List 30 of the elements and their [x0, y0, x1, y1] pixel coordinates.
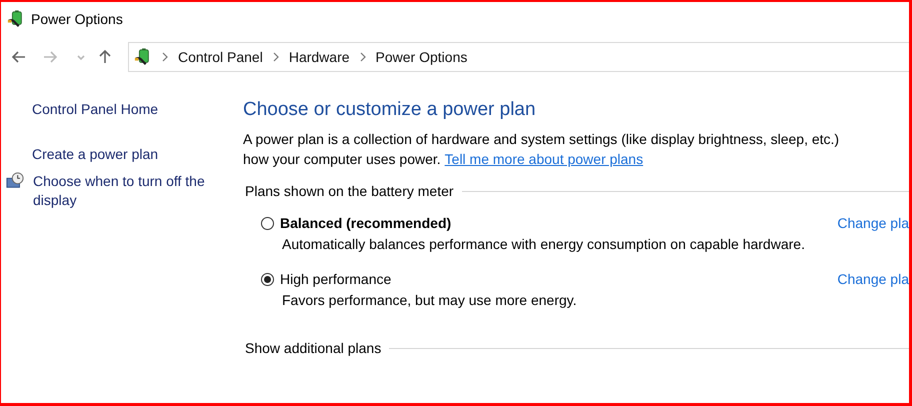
- clock-monitor-icon: [5, 172, 25, 190]
- breadcrumb[interactable]: Control Panel: [178, 49, 263, 65]
- plan-description: Automatically balances performance with energy consumption on capable hardware.: [281, 235, 806, 254]
- back-arrow-icon[interactable]: [11, 49, 27, 65]
- description-text: how your computer uses power.: [243, 151, 441, 167]
- expander-label: Show additional plans: [245, 340, 382, 356]
- battery-plug-icon: [7, 10, 25, 28]
- plan-description: Favors performance, but may use more energy.: [281, 291, 578, 310]
- breadcrumb[interactable]: Hardware: [288, 49, 350, 65]
- up-arrow-icon[interactable]: [97, 49, 113, 65]
- radio-button[interactable]: [261, 272, 274, 286]
- sidebar-link[interactable]: Control Panel Home: [32, 100, 232, 119]
- plan-name: High performance: [280, 271, 392, 287]
- window-title: Power Options: [31, 11, 123, 27]
- help-link[interactable]: Tell me more about power plans: [444, 151, 644, 167]
- chevron-icon: [360, 52, 366, 62]
- description-text: A power plan is a collection of hardware and system settings (like display brightness, sleep, etc.): [243, 130, 840, 149]
- chevron-icon: [272, 52, 279, 62]
- breadcrumb[interactable]: Power Options: [376, 49, 468, 65]
- radio-button[interactable]: [261, 216, 274, 230]
- change-plan-link[interactable]: Change pla: [837, 215, 909, 231]
- change-plan-link[interactable]: Change pla: [837, 271, 909, 287]
- sidebar-link[interactable]: Create a power plan: [32, 145, 232, 164]
- battery-plug-icon: [134, 48, 152, 66]
- section-label: Plans shown on the battery meter: [245, 183, 454, 199]
- sidebar-link[interactable]: Choose when to turn off the display: [33, 172, 233, 210]
- address-bar[interactable]: Control Panel Hardware Power Options: [128, 42, 909, 72]
- chevron-icon: [162, 52, 168, 62]
- plan-name: Balanced (recommended): [280, 215, 452, 231]
- page-heading: Choose or customize a power plan: [243, 99, 537, 121]
